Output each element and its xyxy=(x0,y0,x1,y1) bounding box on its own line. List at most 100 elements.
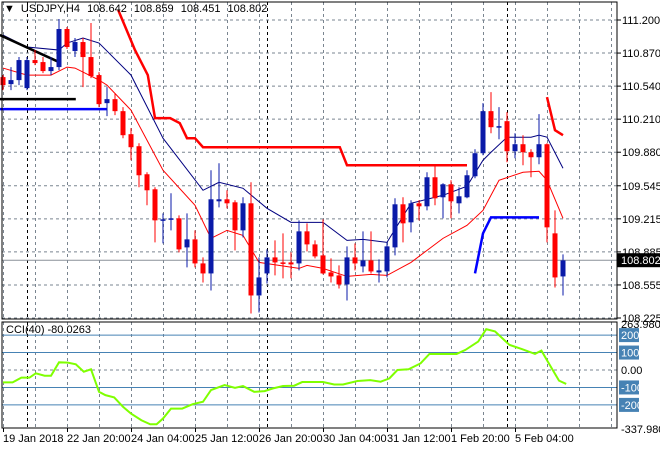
candle-body xyxy=(88,57,94,77)
candle-body xyxy=(424,177,430,207)
candle-body xyxy=(360,260,366,267)
candle xyxy=(280,233,286,279)
candle xyxy=(304,223,310,252)
candle xyxy=(440,183,446,219)
candle-body xyxy=(224,199,230,204)
candle-body xyxy=(264,257,270,274)
symbol-label: USDJPY,H4 xyxy=(20,3,80,15)
candle xyxy=(376,259,382,283)
price-axis-label: 109.880 xyxy=(622,147,660,159)
candle xyxy=(416,200,422,221)
candle xyxy=(544,143,550,243)
cci-name: CCI(40) xyxy=(6,324,45,336)
candle-body xyxy=(80,42,86,58)
cci-axis-label: 100 xyxy=(621,348,639,360)
candle-body xyxy=(288,262,294,265)
candle xyxy=(128,128,134,161)
cci-axis-label: 0.00 xyxy=(621,365,642,377)
high-value: 108.859 xyxy=(133,3,174,15)
candle xyxy=(384,242,390,278)
candle xyxy=(208,170,214,291)
price-axis-label: 110.210 xyxy=(622,114,660,126)
candle xyxy=(56,18,62,71)
candle xyxy=(160,213,166,244)
candle xyxy=(496,107,502,140)
candle-body xyxy=(392,204,398,248)
candle-body xyxy=(168,218,174,220)
candle-body xyxy=(544,144,550,228)
candle xyxy=(480,103,486,156)
candle xyxy=(368,231,374,274)
candle-body xyxy=(464,175,470,198)
cci-header: CCI(40) -80.0263 xyxy=(6,324,94,336)
candle xyxy=(272,240,278,276)
candle xyxy=(432,165,438,206)
candle xyxy=(232,200,238,251)
candle-body xyxy=(536,144,542,158)
candle-body xyxy=(8,80,14,85)
candle-body xyxy=(552,233,558,278)
candle xyxy=(552,210,558,288)
time-axis-label: 5 Feb 04:00 xyxy=(515,433,574,445)
candle xyxy=(344,246,350,301)
price-axis-label: 108.555 xyxy=(622,280,660,292)
candle xyxy=(216,163,222,208)
candle xyxy=(392,198,398,256)
price-axis-label: 109.545 xyxy=(622,181,660,193)
candle-body xyxy=(240,203,246,231)
cci-value: -80.0263 xyxy=(47,324,91,336)
candle-body xyxy=(304,231,310,245)
candle-body xyxy=(152,189,158,221)
candle xyxy=(408,200,414,233)
candle-body xyxy=(528,152,534,158)
time-axis-label: 22 Jan 20:00 xyxy=(67,433,131,445)
candle-body xyxy=(120,111,126,136)
candle-body xyxy=(408,203,414,223)
candle-body xyxy=(384,246,390,272)
candle xyxy=(136,143,142,188)
chart-canvas: 111.200 110.870 110.540 110.210 109.880 109.5… xyxy=(0,1,660,445)
candle-body xyxy=(272,257,278,263)
candle xyxy=(200,257,206,283)
time-axis-label: 1 Feb 20:00 xyxy=(451,433,510,445)
candle xyxy=(520,135,526,166)
candle-body xyxy=(352,257,358,264)
candle xyxy=(168,193,174,231)
chart-menu-triangle-icon[interactable]: ▼ xyxy=(4,3,15,15)
candle-body xyxy=(440,184,446,198)
candle xyxy=(464,170,470,199)
candle xyxy=(64,27,70,50)
candle-body xyxy=(520,144,526,153)
candle-body xyxy=(0,77,6,86)
close-value: 108.802 xyxy=(227,3,268,15)
candle-body xyxy=(160,219,166,221)
candle xyxy=(112,93,118,116)
candle xyxy=(352,243,358,271)
candle-body xyxy=(416,203,422,207)
price-axis-label: 110.540 xyxy=(622,81,660,93)
candle xyxy=(104,87,110,117)
candle-body xyxy=(256,277,262,296)
candle xyxy=(24,57,30,91)
candle-body xyxy=(248,203,254,296)
cci-axis-label: -100 xyxy=(621,382,643,394)
cci-line xyxy=(3,328,567,426)
time-axis-label: 19 Jan 2018 xyxy=(3,433,64,445)
candle-body xyxy=(144,174,150,191)
ma-fast xyxy=(2,34,564,243)
candle-body xyxy=(432,177,438,199)
candle-body xyxy=(128,134,134,148)
candle-body xyxy=(456,196,462,204)
time-axis-label: 25 Jan 12:00 xyxy=(195,433,259,445)
candle-body xyxy=(296,231,302,264)
candle-body xyxy=(104,99,110,104)
candle-body xyxy=(32,60,38,64)
candle-body xyxy=(344,257,350,285)
candle xyxy=(176,215,182,253)
candle-body xyxy=(72,42,78,52)
candle xyxy=(256,257,262,313)
candle-body xyxy=(560,260,566,277)
candle-body xyxy=(512,144,518,152)
candle xyxy=(120,107,126,139)
candle-body xyxy=(56,29,62,68)
